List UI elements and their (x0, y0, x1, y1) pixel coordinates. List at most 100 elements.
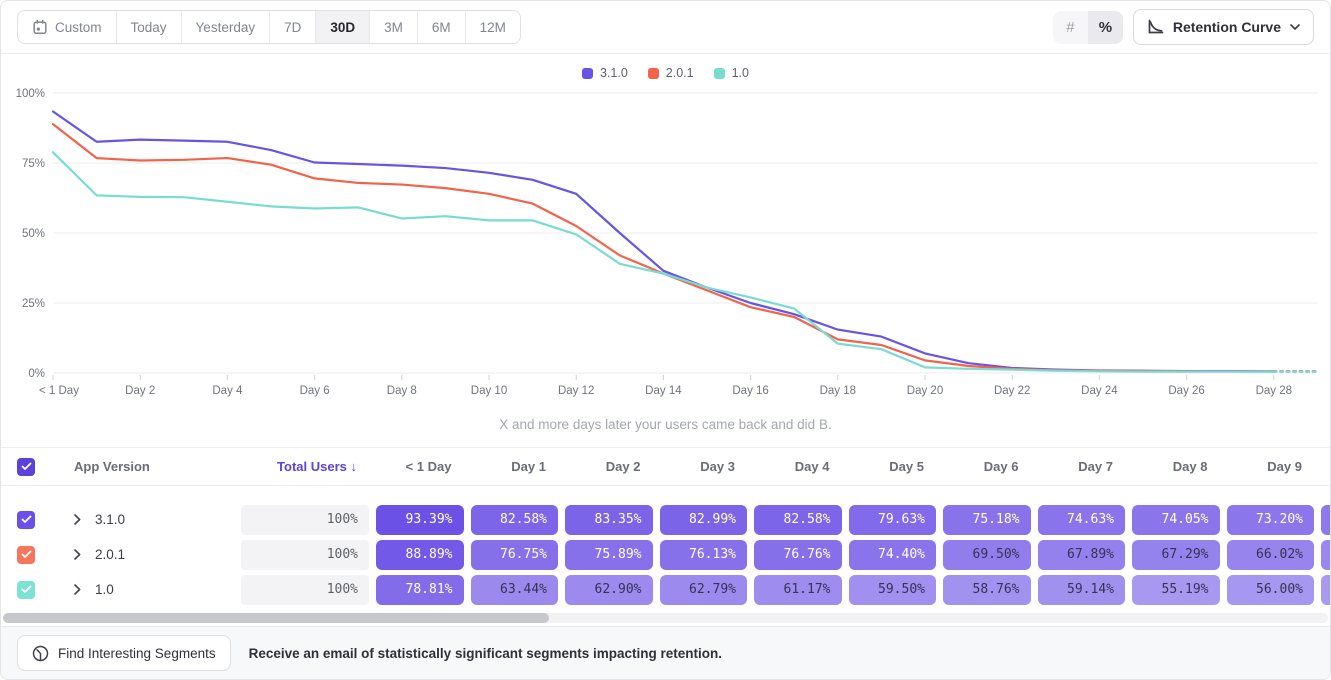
x-axis-label: Day 16 (732, 385, 768, 397)
date-range-today[interactable]: Today (117, 11, 182, 43)
retention-cell: 75.89% (565, 540, 653, 570)
horizontal-scrollbar-thumb[interactable] (3, 613, 549, 623)
date-range-label: 30D (330, 20, 355, 35)
chevron-down-icon (1290, 24, 1300, 30)
x-axis-label: Day 26 (1168, 385, 1204, 397)
x-axis-label: Day 10 (471, 385, 507, 397)
retention-cell: 67.89% (1038, 540, 1126, 570)
retention-cell: 82.99% (660, 505, 748, 535)
retention-cell: 67.29% (1132, 540, 1220, 570)
column-header-day: Day 1 (464, 459, 559, 474)
date-range-label: 12M (480, 20, 506, 35)
line-chart: 0%25%50%75%100%< 1 DayDay 2Day 4Day 6Day… (1, 82, 1331, 404)
retention-line-1.0 (53, 152, 1274, 372)
retention-line-3.1.0 (53, 112, 1274, 372)
retention-cell: 76.76% (754, 540, 842, 570)
legend-item-1.0[interactable]: 1.0 (714, 66, 749, 80)
y-axis-label: 50% (22, 228, 45, 240)
legend-item-3.1.0[interactable]: 3.1.0 (582, 66, 628, 80)
date-range-label: 6M (432, 20, 451, 35)
chart-legend: 3.1.0 2.0.1 1.0 (1, 64, 1330, 82)
x-axis-label: Day 24 (1081, 385, 1118, 397)
percent-icon: % (1099, 19, 1112, 36)
chart-type-dropdown[interactable]: Retention Curve (1133, 9, 1314, 45)
check-icon (21, 585, 32, 594)
date-range-6m[interactable]: 6M (418, 11, 466, 43)
legend-swatch (582, 68, 593, 79)
x-axis-label: Day 20 (907, 385, 943, 397)
date-range-label: Yesterday (196, 20, 256, 35)
date-range-3m[interactable]: 3M (370, 11, 418, 43)
column-header-day: Day 4 (747, 459, 842, 474)
x-axis-label: Day 4 (212, 385, 243, 397)
hash-icon: # (1066, 19, 1074, 36)
date-range-yesterday[interactable]: Yesterday (182, 11, 271, 43)
chevron-right-icon (74, 549, 81, 560)
legend-label: 1.0 (732, 66, 749, 80)
table-row-1.0: 1.0100%78.81%63.44%62.90%62.79%61.17%59.… (17, 572, 1330, 607)
x-axis-label: Day 14 (645, 385, 682, 397)
x-axis-label: Day 2 (125, 385, 155, 397)
x-axis-label: < 1 Day (39, 385, 79, 397)
retention-cell: 83.35% (565, 505, 653, 535)
date-range-label: 7D (284, 20, 301, 35)
x-axis-label: Day 8 (387, 385, 417, 397)
row-checkbox[interactable] (17, 511, 35, 529)
retention-line-2.0.1 (53, 124, 1274, 371)
date-range-12m[interactable]: 12M (466, 11, 520, 43)
total-users-cell: 100% (241, 540, 369, 570)
calendar-icon (32, 19, 48, 35)
retention-chart: 3.1.02.0.11.0 0%25%50%75%100%< 1 DayDay … (1, 54, 1330, 432)
y-axis-label: 100% (16, 88, 45, 100)
retention-cell: 64.00% (1321, 540, 1330, 570)
date-range-7d[interactable]: 7D (270, 11, 316, 43)
retention-cell: 54.50% (1321, 575, 1330, 605)
find-interesting-segments-button[interactable]: Find Interesting Segments (17, 635, 231, 671)
y-axis-label: 0% (28, 368, 45, 380)
select-all-checkbox[interactable] (17, 458, 35, 476)
date-range-label: Custom (55, 20, 102, 35)
toolbar-right: # % Retention Curve (1053, 9, 1314, 45)
expand-row-chevron[interactable] (74, 549, 81, 560)
date-range-30d[interactable]: 30D (316, 11, 370, 43)
row-checkbox[interactable] (17, 546, 35, 564)
footer: Find Interesting Segments Receive an ema… (1, 626, 1330, 679)
column-header-day: Day 6 (936, 459, 1031, 474)
legend-label: 3.1.0 (600, 66, 628, 80)
retention-cell: 93.39% (376, 505, 464, 535)
retention-cell: 61.17% (754, 575, 842, 605)
retention-cell: 56.00% (1227, 575, 1315, 605)
percent-value-toggle[interactable]: % (1088, 11, 1123, 44)
expand-row-chevron[interactable] (74, 584, 81, 595)
retention-cell: 58.76% (943, 575, 1031, 605)
app-version-label: 2.0.1 (95, 547, 125, 562)
app-version-label: 3.1.0 (95, 512, 125, 527)
retention-cell: 76.75% (471, 540, 559, 570)
interesting-segments-icon (32, 645, 49, 662)
retention-cell: 66.02% (1227, 540, 1315, 570)
retention-cell: 59.14% (1038, 575, 1126, 605)
absolute-value-toggle[interactable]: # (1053, 11, 1088, 44)
x-axis-label: Day 12 (558, 385, 594, 397)
chart-caption: X and more days later your users came ba… (1, 417, 1330, 432)
column-header-day: < 1 Day (369, 459, 464, 474)
column-header-total-users[interactable]: Total Users ↓ (219, 459, 369, 474)
table-header: App VersionTotal Users ↓< 1 DayDay 1Day … (1, 447, 1330, 486)
check-icon (21, 462, 32, 471)
retention-cell: 82.58% (754, 505, 842, 535)
row-checkbox[interactable] (17, 581, 35, 599)
date-range-custom[interactable]: Custom (18, 11, 117, 43)
legend-item-2.0.1[interactable]: 2.0.1 (648, 66, 694, 80)
y-axis-label: 75% (22, 158, 45, 170)
check-icon (21, 515, 32, 524)
horizontal-scrollbar-track[interactable] (3, 613, 1328, 623)
retention-cell: 73.20% (1227, 505, 1315, 535)
toolbar: Custom Today Yesterday 7D 30D 3M 6M 12M # % Ret… (1, 1, 1330, 54)
retention-cell: 88.89% (376, 540, 464, 570)
column-header-day: Day 2 (558, 459, 653, 474)
retention-cell: 59.50% (849, 575, 937, 605)
retention-cell: 71.50% (1321, 505, 1330, 535)
expand-row-chevron[interactable] (74, 514, 81, 525)
retention-cell: 79.63% (849, 505, 937, 535)
column-header-day: Day 9 (1220, 459, 1315, 474)
